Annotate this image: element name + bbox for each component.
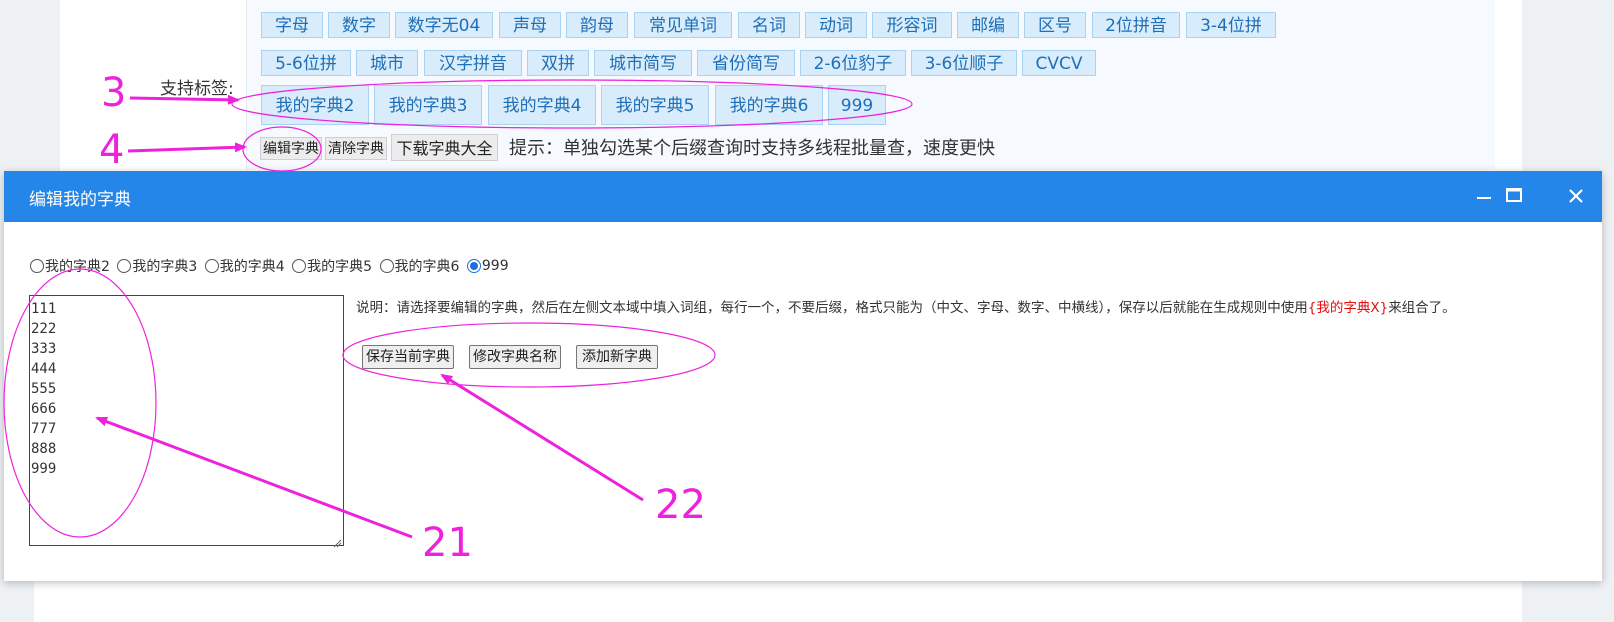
dialog-title: 编辑我的字典 [29, 190, 131, 210]
radio-label: 我的字典4 [219, 259, 285, 275]
tag-verbs[interactable]: 动词 [805, 12, 867, 38]
radio-label: 我的字典2 [45, 259, 110, 275]
rename-dict-button[interactable]: 修改字典名称 [469, 345, 561, 369]
tag-common-words[interactable]: 常见单词 [634, 12, 732, 38]
tag-my-dict-6[interactable]: 我的字典6 [715, 85, 823, 125]
radio-label: 我的字典5 [307, 259, 373, 275]
tag-digits-no04[interactable]: 数字无04 [395, 12, 493, 38]
hint-text: 提示：单独勾选某个后缀查询时支持多线程批量查，速度更快 [509, 138, 995, 159]
dict-radio-group: 我的字典2 我的字典3 我的字典4 我的字典5 我的字典6 999 [30, 256, 512, 276]
tag-finals[interactable]: 韵母 [566, 12, 628, 38]
tag-area-code[interactable]: 区号 [1024, 12, 1086, 38]
radio-label: 我的字典6 [394, 259, 460, 275]
radio-label: 999 [481, 258, 509, 274]
radio-999[interactable]: 999 [466, 258, 509, 274]
add-dict-button[interactable]: 添加新字典 [576, 345, 658, 369]
dialog-description: 说明：请选择要编辑的字典，然后在左侧文本域中填入词组，每行一个，不要后缀，格式只… [356, 296, 1456, 316]
tag-nouns[interactable]: 名词 [738, 12, 800, 38]
radio-button[interactable] [117, 259, 132, 273]
resize-grip-icon[interactable] [332, 533, 342, 548]
desc-suffix: 来组合了。 [1388, 300, 1456, 316]
tag-2-pinyin[interactable]: 2位拼音 [1092, 12, 1180, 38]
tag-my-dict-2[interactable]: 我的字典2 [261, 85, 369, 125]
tag-my-dict-3[interactable]: 我的字典3 [374, 85, 482, 125]
download-dict-button[interactable]: 下载字典大全 [391, 134, 498, 161]
tag-hanzi-pinyin[interactable]: 汉字拼音 [424, 50, 522, 76]
tag-999[interactable]: 999 [828, 85, 886, 125]
radio-label: 我的字典3 [132, 259, 198, 275]
tag-5-6-pinyin[interactable]: 5-6位拼 [261, 50, 351, 76]
edit-dict-dialog: 编辑我的字典 我的字典2 我的字典3 我的字典4 我的字典5 我的字典6 999… [4, 171, 1602, 581]
tag-cvcv[interactable]: CVCV [1022, 50, 1096, 76]
radio-my-dict-2[interactable]: 我的字典2 [30, 256, 110, 276]
tag-letters[interactable]: 字母 [261, 12, 323, 38]
support-tags-label: 支持标签: [160, 79, 234, 99]
tag-adjectives[interactable]: 形容词 [872, 12, 952, 38]
dialog-titlebar[interactable]: 编辑我的字典 [4, 171, 1602, 222]
tag-my-dict-5[interactable]: 我的字典5 [601, 85, 709, 125]
tag-city[interactable]: 城市 [356, 50, 418, 76]
close-icon[interactable] [1559, 179, 1593, 213]
maximize-icon[interactable] [1497, 179, 1531, 213]
tag-postcode[interactable]: 邮编 [957, 12, 1019, 38]
radio-button[interactable] [204, 259, 219, 273]
radio-my-dict-6[interactable]: 我的字典6 [379, 256, 460, 276]
radio-button[interactable] [30, 259, 44, 273]
edit-dict-button[interactable]: 编辑字典 [260, 137, 322, 160]
tag-initials[interactable]: 声母 [499, 12, 561, 38]
tag-3-6-sequence[interactable]: 3-6位顺子 [911, 50, 1017, 76]
radio-my-dict-3[interactable]: 我的字典3 [117, 256, 197, 276]
tag-2-6-repeat[interactable]: 2-6位豹子 [800, 50, 906, 76]
tag-3-4-pinyin[interactable]: 3-4位拼 [1186, 12, 1276, 38]
radio-my-dict-4[interactable]: 我的字典4 [204, 256, 285, 276]
clear-dict-button[interactable]: 清除字典 [325, 137, 387, 160]
tag-my-dict-4[interactable]: 我的字典4 [488, 85, 596, 125]
radio-my-dict-5[interactable]: 我的字典5 [292, 256, 372, 276]
tag-digits[interactable]: 数字 [328, 12, 390, 38]
tag-city-abbr[interactable]: 城市简写 [594, 50, 692, 76]
page-gutter [34, 0, 60, 175]
radio-button-checked[interactable] [466, 259, 481, 273]
desc-highlight: {我的字典X} [1307, 300, 1389, 316]
radio-button[interactable] [379, 259, 394, 273]
dict-textarea[interactable] [29, 295, 344, 546]
tag-double-pinyin[interactable]: 双拼 [527, 50, 589, 76]
save-dict-button[interactable]: 保存当前字典 [362, 345, 454, 369]
radio-button[interactable] [292, 259, 307, 273]
minimize-icon[interactable] [1467, 179, 1501, 213]
tag-province-abbr[interactable]: 省份简写 [697, 50, 795, 76]
desc-text: 说明：请选择要编辑的字典，然后在左侧文本域中填入词组，每行一个，不要后缀，格式只… [356, 300, 1308, 316]
